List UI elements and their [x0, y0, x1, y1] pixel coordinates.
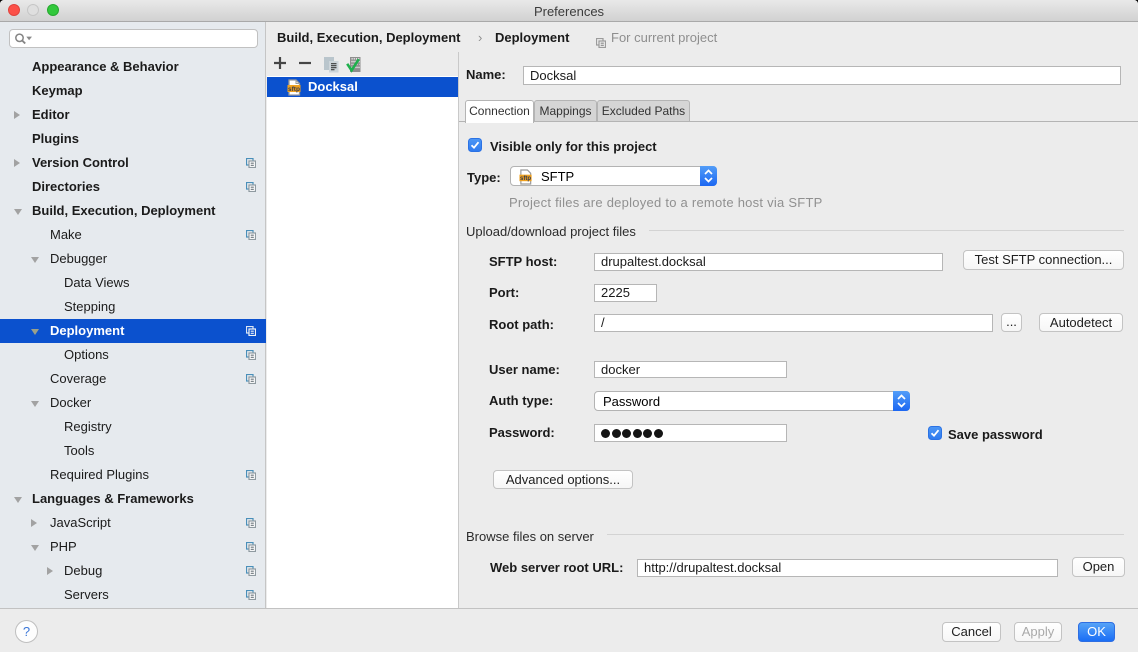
svg-text:sftp: sftp — [288, 86, 300, 93]
svg-text:sftp: sftp — [520, 176, 531, 182]
